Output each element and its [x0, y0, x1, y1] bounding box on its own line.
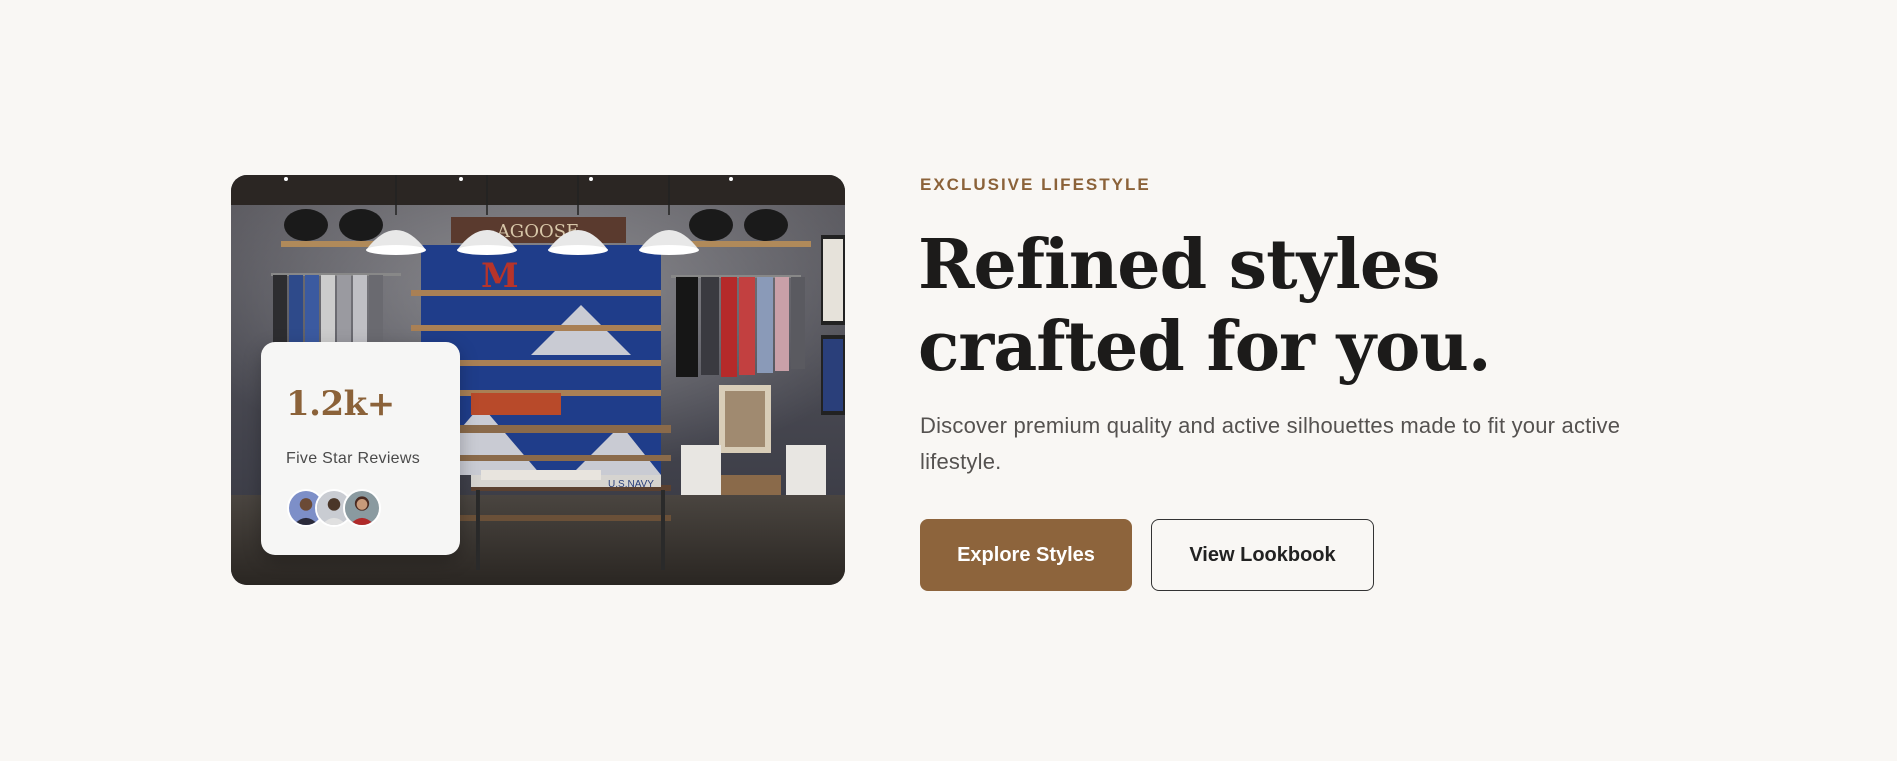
hero-section: AGOOSE M U.S.NAVY 1.2k+ Five Star Review…	[0, 0, 1897, 761]
eyebrow-label: EXCLUSIVE LIFESTYLE	[920, 175, 1151, 194]
reviews-count: 1.2k+	[286, 384, 395, 424]
avatar	[343, 489, 381, 527]
view-lookbook-button[interactable]: View Lookbook	[1151, 519, 1374, 591]
reviews-card: 1.2k+ Five Star Reviews	[261, 342, 460, 555]
reviews-label: Five Star Reviews	[286, 450, 421, 467]
svg-text:M: M	[481, 256, 519, 296]
svg-text:U.S.NAVY: U.S.NAVY	[608, 479, 654, 490]
hero-description: Discover premium quality and active silh…	[920, 413, 1621, 474]
explore-styles-button[interactable]: Explore Styles	[920, 519, 1132, 591]
hero-headline: Refined styles crafted for you.	[918, 225, 1492, 387]
avatar-group	[287, 489, 407, 529]
